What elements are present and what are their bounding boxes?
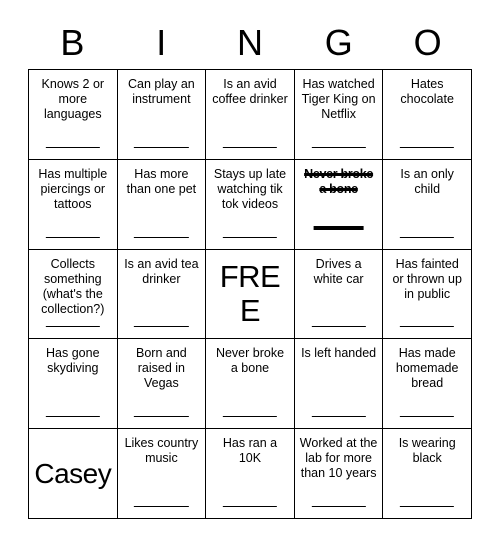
bingo-square-r2c5[interactable]: Is an only child: [383, 159, 472, 250]
signature-line[interactable]: [222, 146, 278, 148]
bingo-square-text: Has fainted or thrown up in public: [392, 256, 462, 301]
signature-line[interactable]: [400, 506, 455, 507]
bingo-square-text: Stays up late watching tik tok videos: [213, 166, 287, 211]
bingo-square-r3c4[interactable]: Drives a white car: [294, 249, 384, 340]
bingo-square-r2c3[interactable]: Stays up late watching tik tok videos: [206, 159, 295, 250]
bingo-square-r2c1[interactable]: Has multiple piercings or tattoos: [29, 159, 118, 250]
header-letter-o: O: [413, 22, 442, 63]
bingo-square-text: Casey: [34, 457, 112, 489]
bingo-square-text: Never broke a bone: [215, 346, 285, 376]
bingo-square-r1c2[interactable]: Can play an instrument: [117, 70, 207, 160]
signature-line[interactable]: [45, 236, 100, 238]
bingo-square-r5c5[interactable]: Is wearing black: [383, 429, 472, 519]
bingo-square-text: Is an avid coffee drinker: [212, 77, 288, 106]
bingo-square-r5c2[interactable]: Likes country music: [117, 429, 207, 519]
bingo-square-r3c5[interactable]: Has fainted or thrown up in public: [383, 249, 472, 340]
bingo-square-text: Never broke a bone: [304, 166, 374, 196]
signature-line[interactable]: [222, 236, 278, 238]
signature-line[interactable]: [311, 416, 366, 418]
bingo-square-text: Hates chocolate: [400, 77, 454, 106]
bingo-square-text: Born and raised in Vegas: [136, 346, 187, 391]
bingo-square-r5c3[interactable]: Has ran a 10K: [206, 429, 295, 519]
bingo-square-r1c4[interactable]: Has watched Tiger King on Netflix: [294, 70, 384, 160]
signature-line[interactable]: [400, 326, 455, 328]
bingo-square-text: Has ran a 10K: [222, 436, 278, 466]
signature-line[interactable]: [134, 146, 189, 148]
bingo-square-text: Has made homemade bread: [395, 346, 459, 391]
bingo-free-space[interactable]: FREE: [206, 249, 295, 340]
header-letter-b: B: [60, 22, 85, 63]
bingo-square-r1c1[interactable]: Knows 2 or more languages: [29, 70, 118, 160]
bingo-header: B I N G O: [28, 18, 472, 68]
bingo-square-r2c4[interactable]: Never broke a bone: [294, 159, 384, 250]
bingo-square-text: Is left handed: [301, 346, 377, 361]
signature-line[interactable]: [222, 506, 278, 507]
bingo-square-text: Worked at the lab for more than 10 years: [299, 436, 378, 481]
signature-line[interactable]: [134, 236, 189, 238]
bingo-grid: Knows 2 or more languages Can play an ins…: [28, 69, 472, 519]
header-letter-i: I: [156, 22, 167, 63]
bingo-square-r5c4[interactable]: Worked at the lab for more than 10 years: [294, 429, 384, 519]
bingo-square-text: Has more than one pet: [126, 166, 197, 196]
signature-line[interactable]: [45, 416, 100, 418]
signature-line[interactable]: [311, 326, 366, 328]
bingo-square-text: Has watched Tiger King on Netflix: [301, 77, 376, 121]
bingo-square-text: Knows 2 or more languages: [41, 77, 105, 121]
bingo-square-text: Has gone skydiving: [46, 346, 100, 376]
bingo-square-text: Can play an instrument: [128, 77, 195, 106]
bingo-square-text: FREE: [219, 258, 281, 328]
bingo-square-r2c2[interactable]: Has more than one pet: [117, 159, 207, 250]
bingo-square-r3c2[interactable]: Is an avid tea drinker: [117, 249, 207, 340]
signature-line[interactable]: [313, 225, 364, 230]
signature-line[interactable]: [45, 326, 100, 328]
header-letter-g: G: [324, 22, 353, 63]
signature-line[interactable]: [134, 506, 189, 507]
bingo-square-r5c1[interactable]: Casey: [29, 429, 118, 519]
bingo-square-text: Is an only child: [400, 166, 454, 196]
bingo-square-text: Is an avid tea drinker: [124, 256, 199, 286]
signature-line[interactable]: [400, 236, 455, 238]
bingo-square-r3c1[interactable]: Collects something (what's the collectio…: [29, 249, 118, 340]
signature-line[interactable]: [222, 416, 278, 418]
bingo-square-text: Likes country music: [124, 436, 199, 466]
bingo-square-r4c4[interactable]: Is left handed: [294, 339, 384, 430]
bingo-square-text: Has multiple piercings or tattoos: [38, 166, 108, 211]
bingo-square-text: Is wearing black: [398, 436, 456, 466]
bingo-square-text: Drives a white car: [313, 256, 364, 286]
bingo-card: B I N G O Knows 2 or more languages Can p…: [0, 0, 500, 544]
signature-line[interactable]: [400, 146, 455, 148]
header-letter-n: N: [236, 22, 263, 63]
bingo-square-text: Collects something (what's the collectio…: [41, 256, 105, 316]
signature-line[interactable]: [45, 146, 100, 148]
bingo-square-r4c1[interactable]: Has gone skydiving: [29, 339, 118, 430]
signature-line[interactable]: [134, 416, 189, 418]
bingo-square-r1c3[interactable]: Is an avid coffee drinker: [206, 70, 295, 160]
signature-line[interactable]: [400, 416, 455, 418]
bingo-square-r4c2[interactable]: Born and raised in Vegas: [117, 339, 207, 430]
bingo-square-r4c3[interactable]: Never broke a bone: [206, 339, 295, 430]
signature-line[interactable]: [311, 146, 366, 148]
signature-line[interactable]: [311, 506, 366, 507]
bingo-square-r1c5[interactable]: Hates chocolate: [383, 70, 472, 160]
signature-line[interactable]: [134, 326, 189, 328]
bingo-square-r4c5[interactable]: Has made homemade bread: [383, 339, 472, 430]
